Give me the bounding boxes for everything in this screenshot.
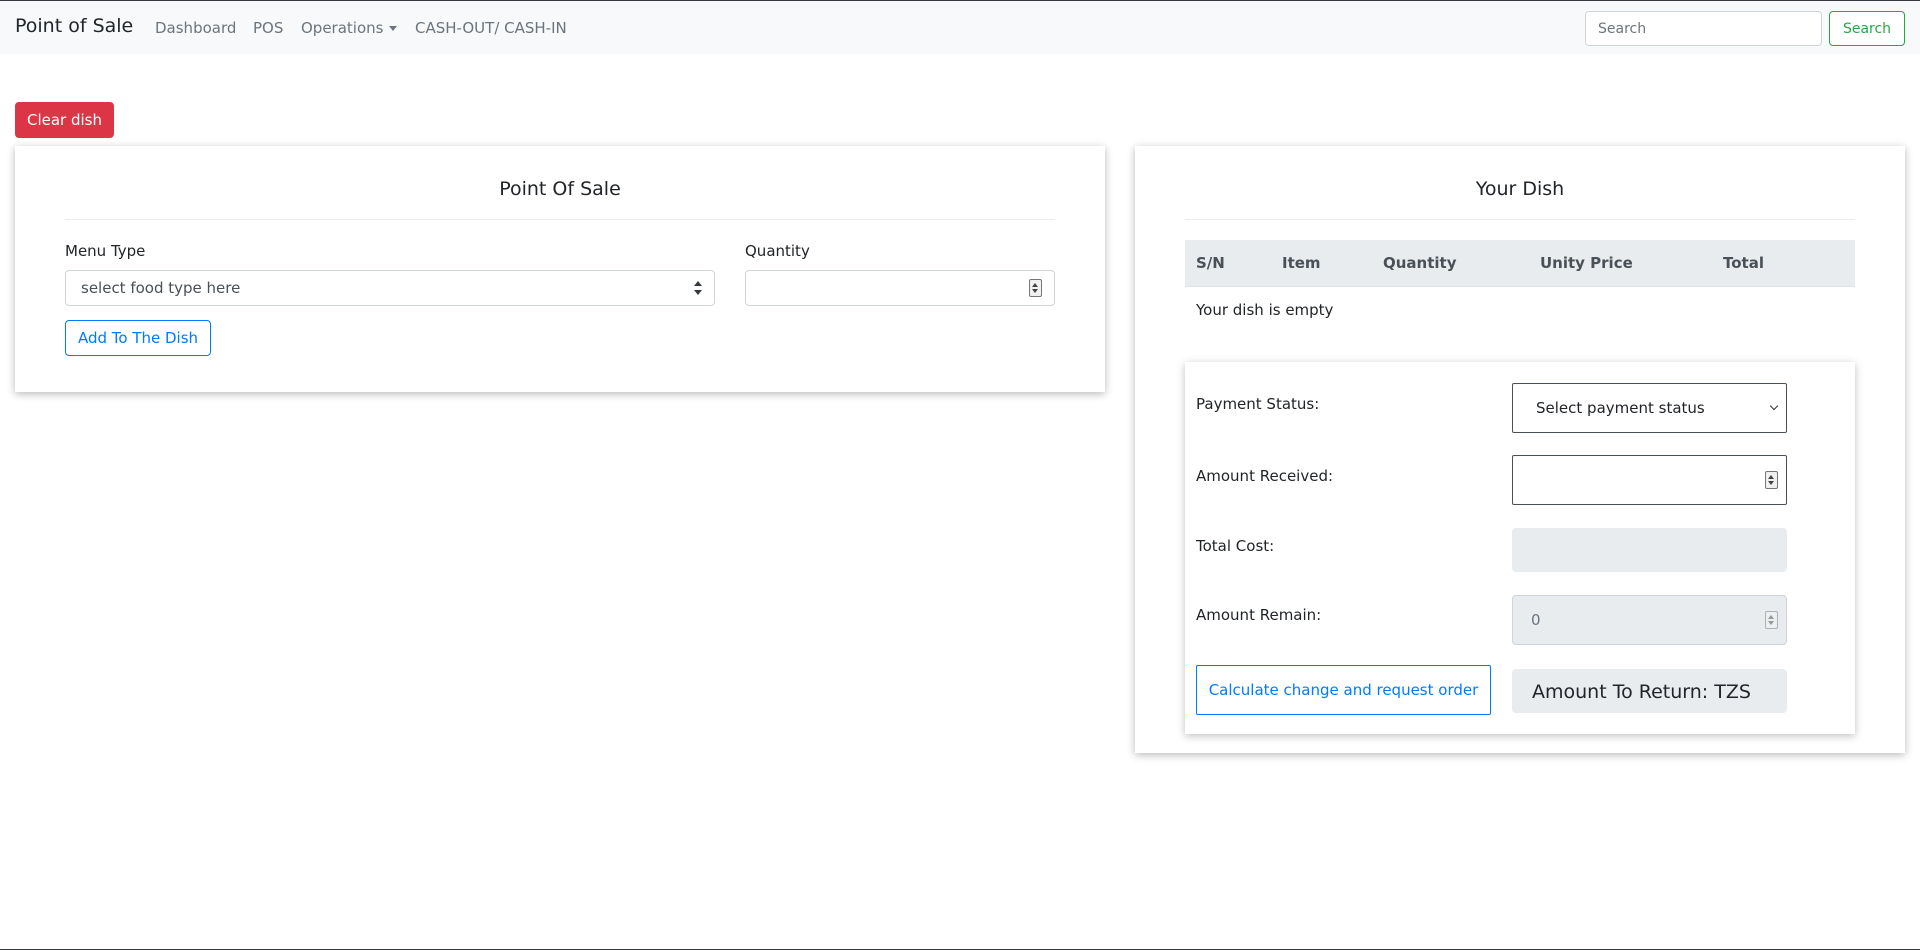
total-cost-field — [1512, 528, 1787, 572]
clear-dish-button[interactable]: Clear dish — [15, 102, 114, 138]
chevron-down-icon — [1769, 401, 1779, 411]
payment-panel: Payment Status: Select payment status Am… — [1185, 362, 1855, 734]
dish-empty-message: Your dish is empty — [1196, 301, 1334, 319]
nav-link-operations[interactable]: Operations — [301, 19, 398, 37]
quantity-input[interactable] — [745, 270, 1055, 306]
total-cost-label: Total Cost: — [1196, 537, 1275, 555]
quantity-label: Quantity — [745, 242, 810, 260]
search-button[interactable]: Search — [1829, 11, 1905, 46]
payment-status-label: Payment Status: — [1196, 395, 1320, 413]
nav-link-dashboard[interactable]: Dashboard — [155, 19, 236, 37]
pos-card-title: Point Of Sale — [499, 178, 621, 200]
amount-to-return-text: Amount To Return: TZS — [1532, 681, 1751, 703]
your-dish-title: Your Dish — [1475, 178, 1565, 200]
menu-type-label: Menu Type — [65, 242, 146, 260]
number-spinner-icon[interactable] — [1765, 471, 1778, 489]
menu-type-select-value: select food type here — [81, 279, 241, 297]
pos-card: Point Of Sale Menu Type select food type… — [15, 146, 1105, 392]
column-header-item: Item — [1282, 254, 1321, 272]
payment-status-select-value: Select payment status — [1536, 399, 1705, 417]
select-arrows-icon — [694, 281, 702, 295]
amount-remain-field: 0 — [1512, 595, 1787, 645]
dish-table-header: S/N Item Quantity Unity Price Total — [1185, 240, 1855, 287]
add-to-dish-button[interactable]: Add To The Dish — [65, 320, 211, 356]
nav-link-cash-out-cash-in[interactable]: CASH-OUT/ CASH-IN — [415, 19, 567, 37]
number-spinner-icon[interactable] — [1029, 279, 1042, 297]
menu-type-select[interactable]: select food type here — [65, 270, 715, 306]
column-header-quantity: Quantity — [1383, 254, 1457, 272]
caret-down-icon — [389, 26, 398, 31]
nav-link-operations-label: Operations — [301, 19, 384, 37]
search-input[interactable] — [1585, 11, 1822, 46]
nav-link-pos[interactable]: POS — [253, 19, 283, 37]
amount-received-label: Amount Received: — [1196, 467, 1334, 485]
column-header-sn: S/N — [1196, 254, 1225, 272]
payment-status-select[interactable]: Select payment status — [1512, 383, 1787, 433]
your-dish-card: Your Dish S/N Item Quantity Unity Price … — [1135, 146, 1905, 753]
divider — [1185, 219, 1855, 220]
column-header-unity-price: Unity Price — [1540, 254, 1633, 272]
divider — [65, 219, 1055, 220]
amount-received-input[interactable] — [1512, 455, 1787, 505]
column-header-total: Total — [1723, 254, 1764, 272]
amount-remain-label: Amount Remain: — [1196, 606, 1322, 624]
navbar: Point of Sale Dashboard POS Operations C… — [0, 1, 1920, 54]
amount-to-return-display: Amount To Return: TZS — [1512, 669, 1787, 713]
amount-remain-value: 0 — [1531, 611, 1541, 629]
calculate-change-button[interactable]: Calculate change and request order — [1196, 665, 1491, 715]
number-spinner-icon — [1765, 611, 1778, 629]
navbar-brand[interactable]: Point of Sale — [15, 15, 133, 37]
